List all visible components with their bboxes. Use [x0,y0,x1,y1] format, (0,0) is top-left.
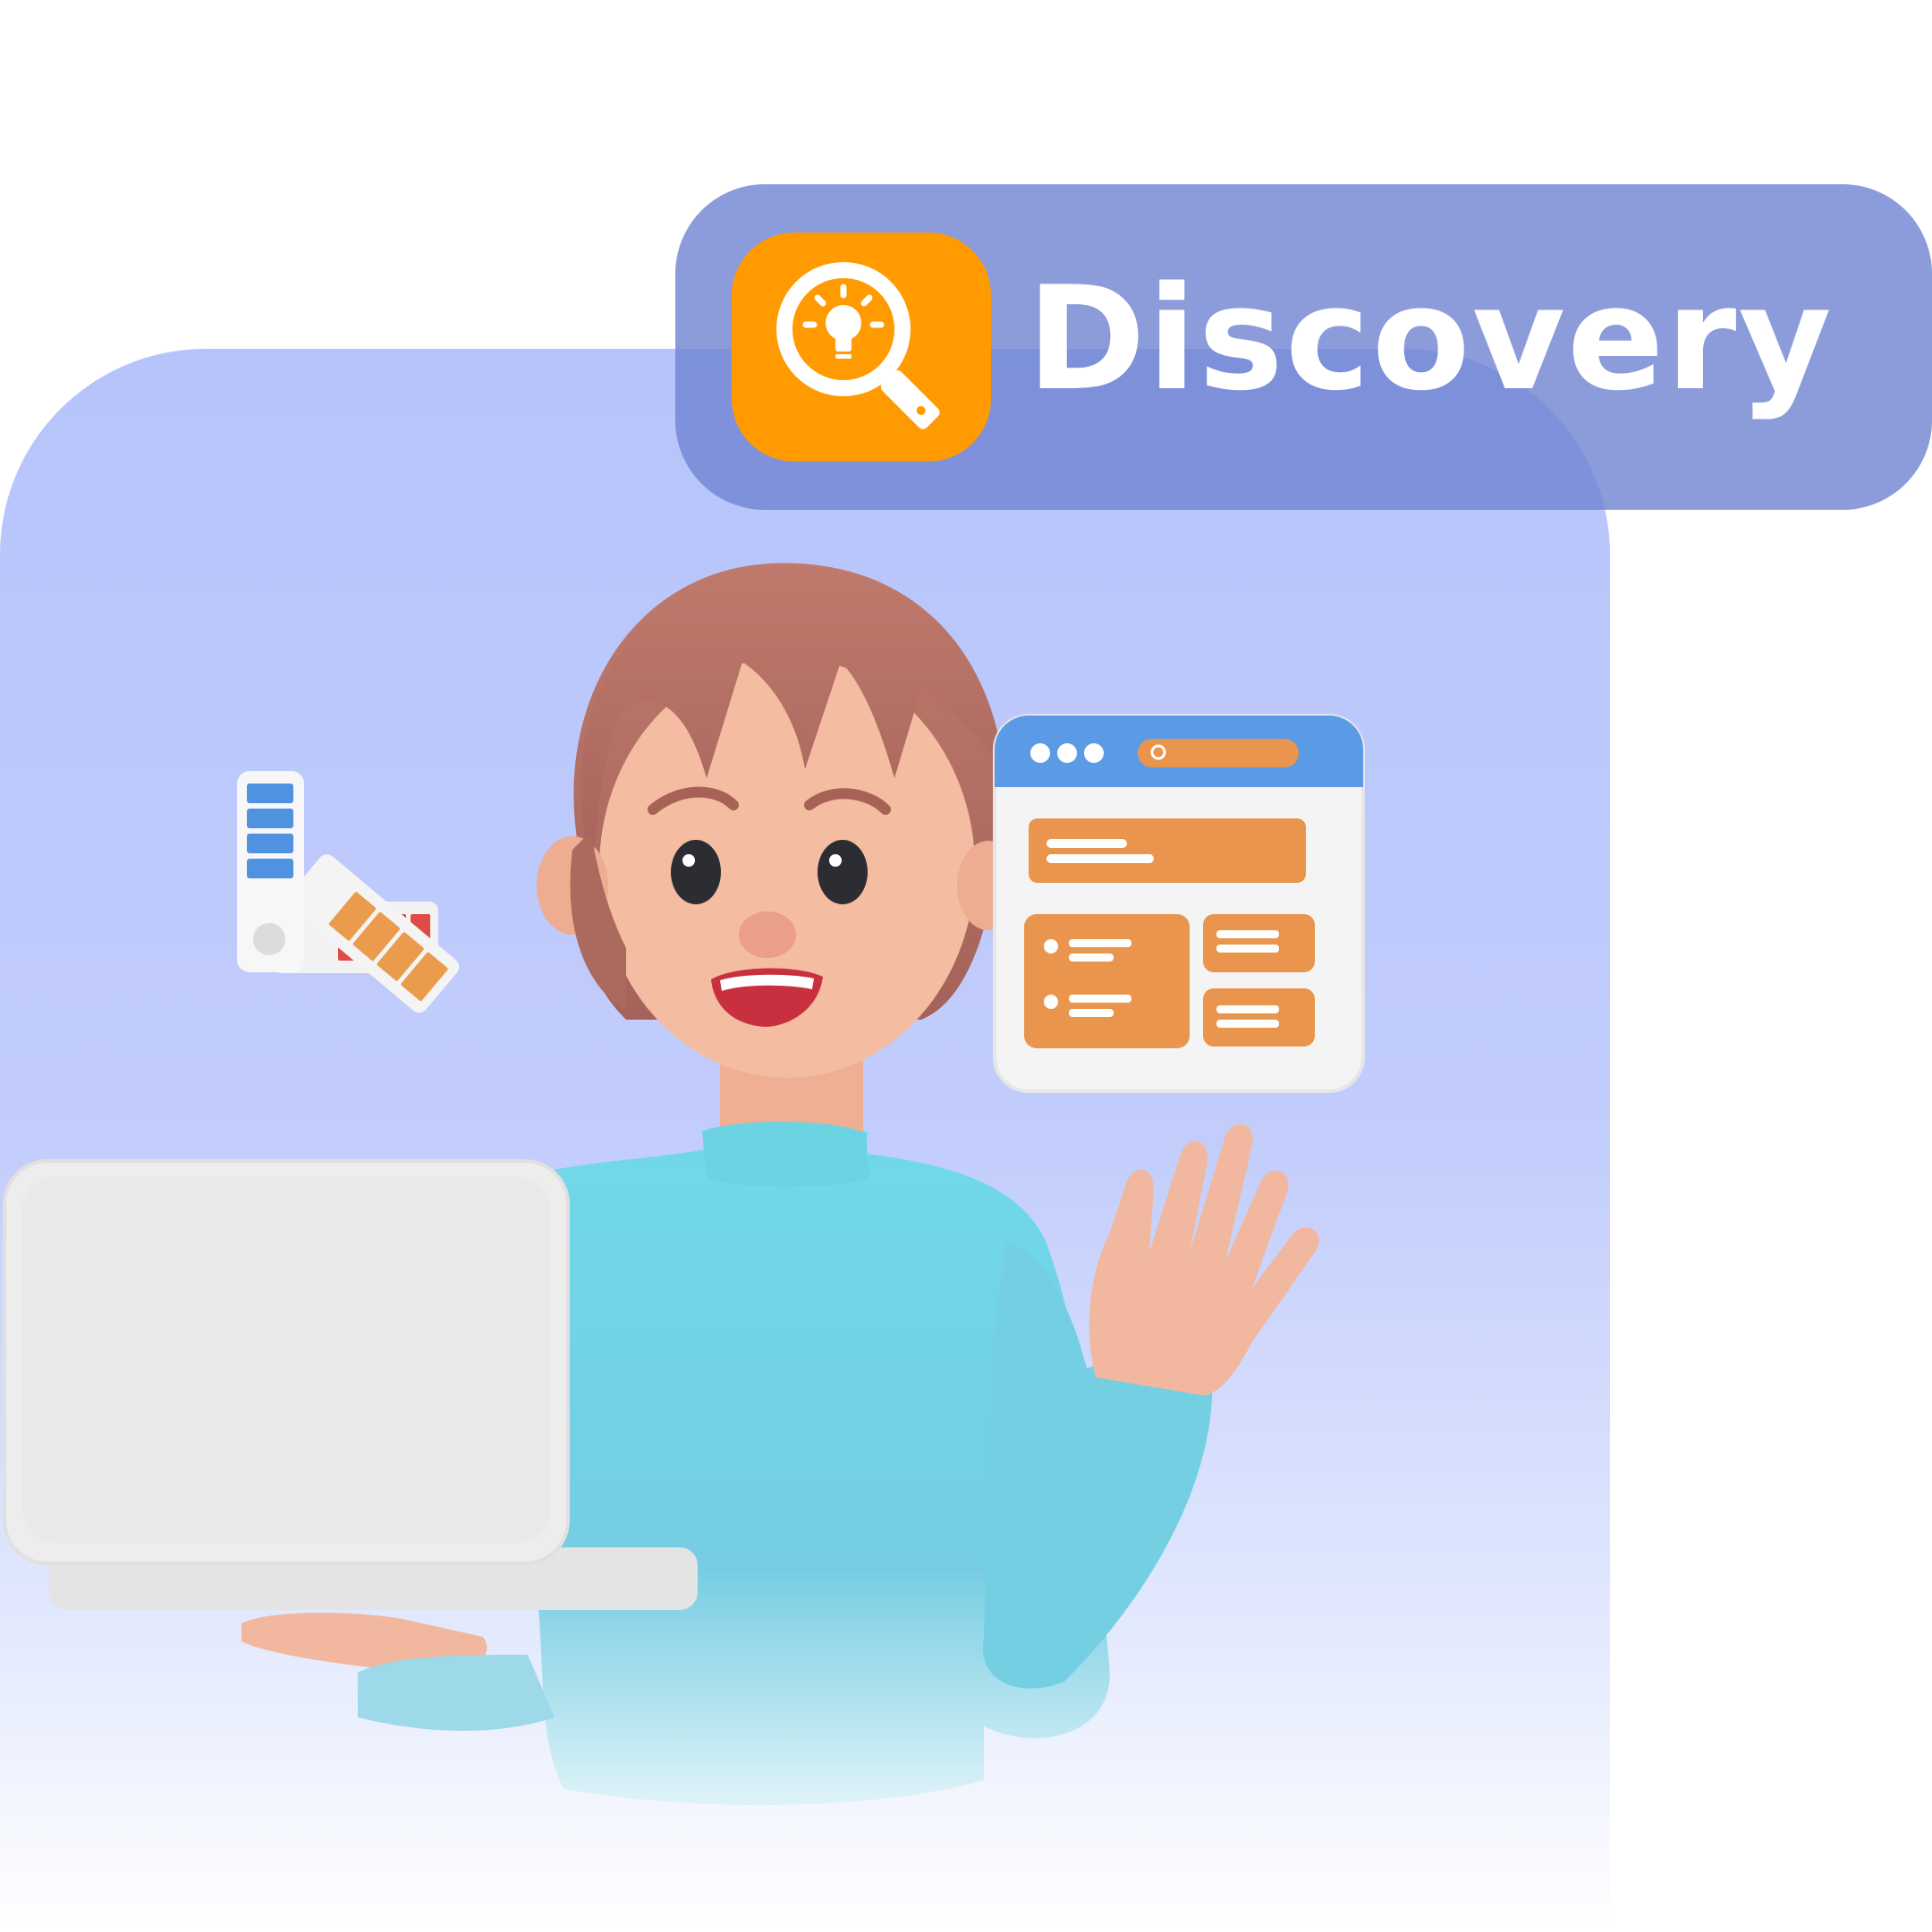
waving-hand [1089,1123,1319,1395]
left-eye [671,840,721,904]
left-sleeve [358,1655,555,1731]
turtleneck-collar [702,1122,869,1187]
right-eye [818,840,868,904]
hero-illustration [3,563,1365,1806]
nose [739,911,796,958]
color-swatch-fan [237,771,460,1013]
browser-window-mockup [993,714,1365,1093]
